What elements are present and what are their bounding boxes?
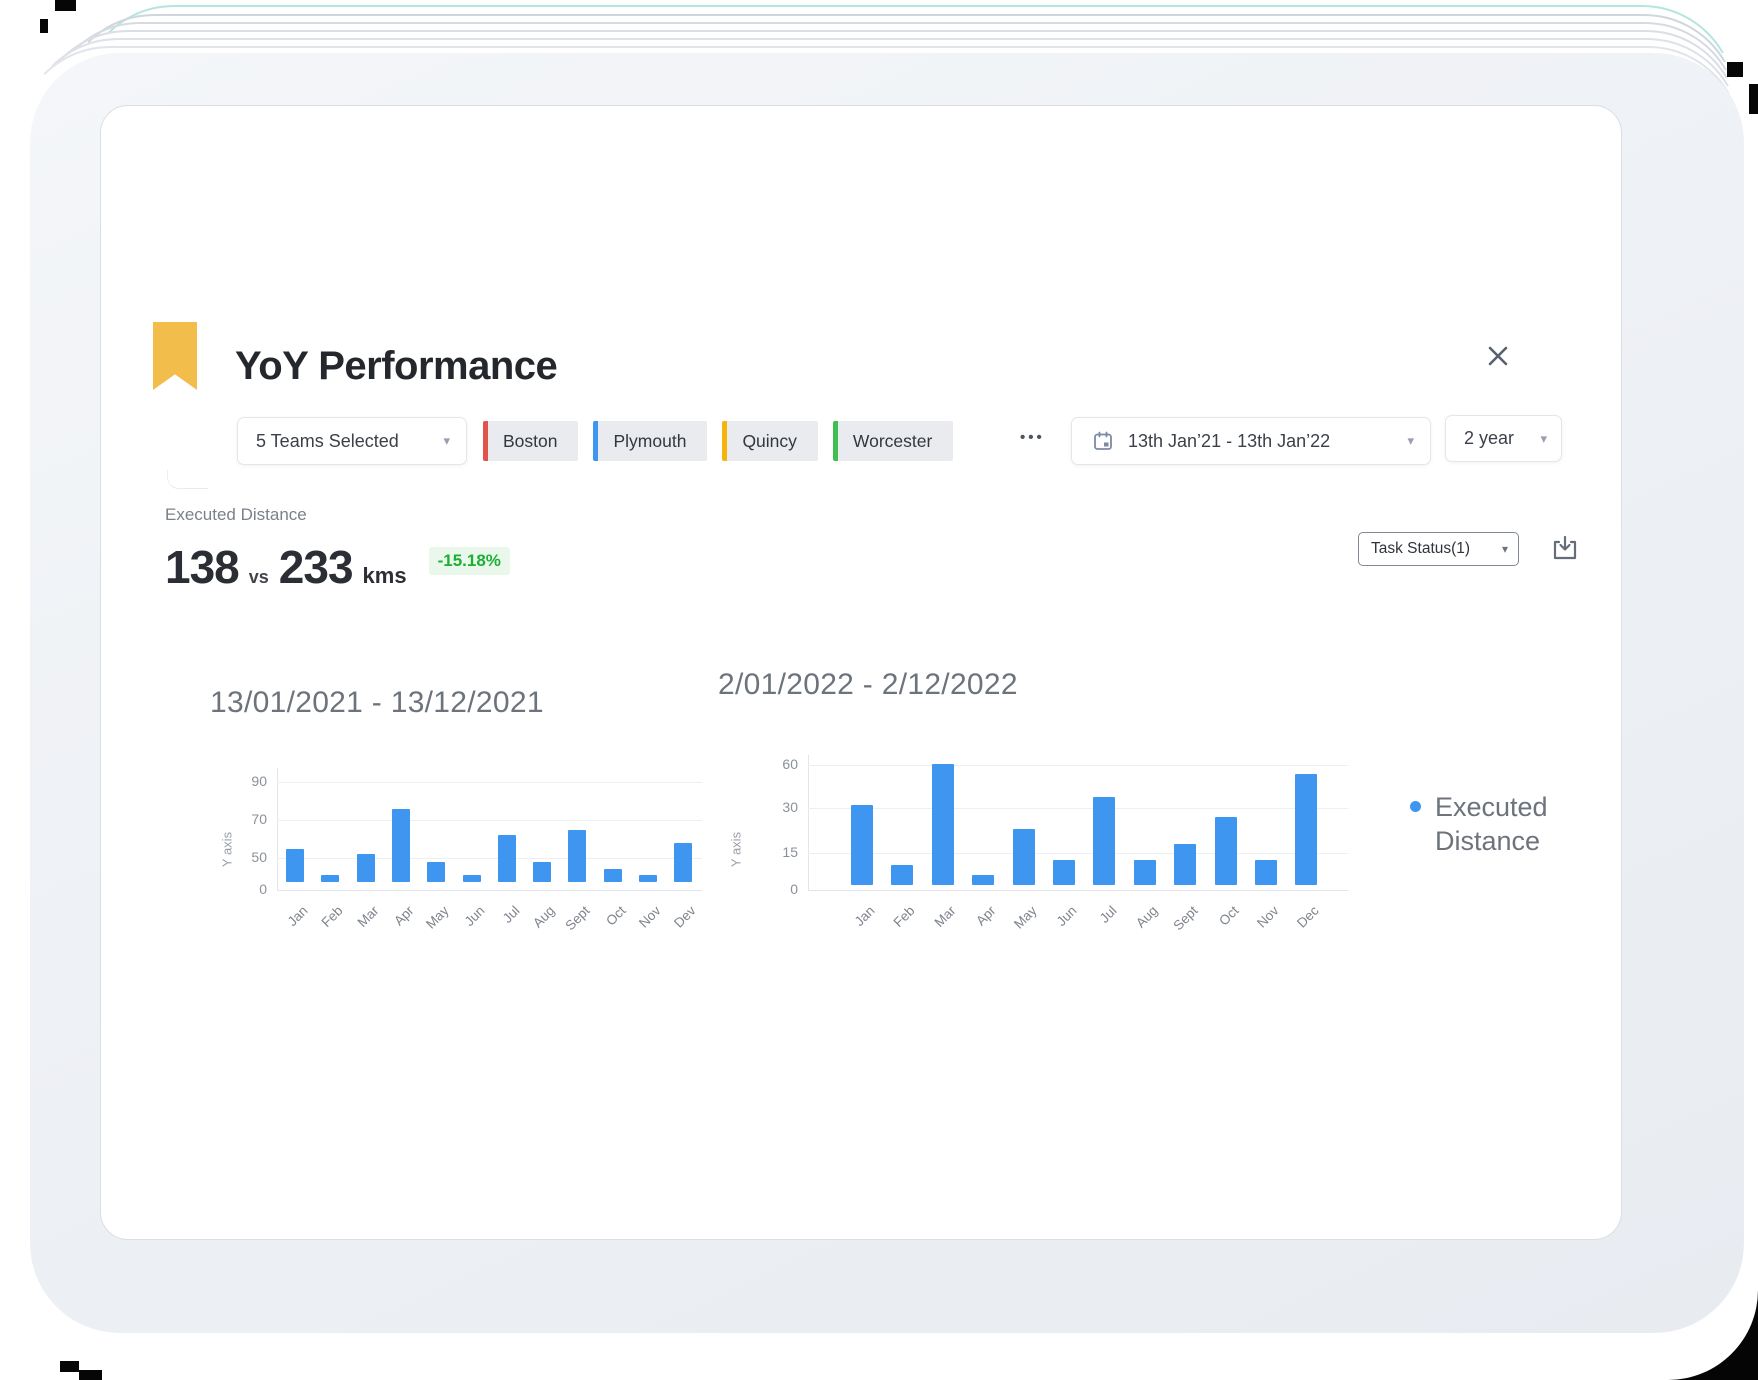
x-tick-label: May [1010, 903, 1040, 932]
bar-aug [1133, 860, 1156, 885]
x-tick-label: Jan [851, 903, 878, 930]
bar-jun [1053, 860, 1075, 885]
x-tick-label: Dec [1294, 903, 1322, 931]
y-axis-label: Y axis [728, 831, 744, 868]
bar-feb [891, 865, 914, 885]
y-tick-label: 30 [782, 799, 798, 815]
legend-label: Executed Distance [1435, 792, 1548, 856]
x-tick-label: Jul [1097, 903, 1120, 926]
bar-may [1012, 829, 1035, 885]
bar-apr [972, 875, 995, 885]
bar-oct [1214, 817, 1237, 885]
chart-2022: 60 30 15 0 Y axis Jan Feb Mar Apr May Jun Jul Aug Sep… [0, 0, 1758, 1380]
gridline [808, 853, 1348, 854]
legend-marker-icon [1410, 801, 1421, 812]
y-tick-label: 15 [782, 844, 798, 860]
bar-jul [1093, 796, 1116, 885]
bar-sept [1174, 844, 1197, 885]
y-tick-label: 0 [790, 881, 798, 897]
y-axis-line [808, 755, 809, 890]
x-tick-label: Mar [931, 903, 959, 931]
bar-dec [1295, 773, 1318, 885]
x-tick-label: Apr [973, 903, 999, 929]
x-tick-label: Nov [1254, 903, 1282, 931]
y-tick-label: 60 [782, 756, 798, 772]
x-tick-label: Sept [1170, 903, 1201, 934]
bar-mar [931, 763, 954, 885]
x-tick-label: Jun [1053, 903, 1080, 930]
x-tick-label: Aug [1132, 903, 1161, 931]
chart-legend: Executed Distance [1410, 790, 1630, 858]
x-tick-label: Feb [890, 903, 918, 931]
x-tick-label: Oct [1215, 903, 1242, 929]
bar-nov [1255, 860, 1277, 885]
gridline [808, 765, 1348, 766]
bar-jan [851, 805, 873, 885]
x-axis-line [808, 890, 1348, 891]
gridline [808, 808, 1348, 809]
